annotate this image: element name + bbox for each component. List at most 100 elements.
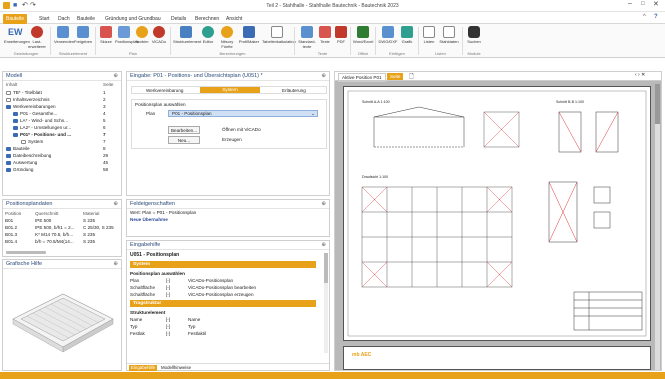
suchen-button[interactable]: Suchen [465, 26, 483, 44]
positions-table: Position Querschnitt Material B01 IPE 500 S 2… [3, 209, 121, 246]
status-bar [0, 372, 665, 379]
tree-item[interactable]: P01 - Gesamthe... 4 [3, 110, 121, 117]
tree-item[interactable]: TB* - Titelblatt 1 [3, 89, 121, 96]
verwenden-button[interactable]: Verwenden [54, 26, 74, 44]
scrollbar-thumb[interactable] [655, 84, 660, 124]
tabellenkalkulation-button[interactable]: Tabellenkalkulation [262, 26, 296, 44]
col-inhalt: Inhalt [6, 82, 18, 87]
table-row[interactable]: B01 IPE 500 S 235 [5, 217, 119, 224]
pin-icon[interactable]: ⊕ [113, 72, 118, 81]
tree-item[interactable]: Bauteile 8 [3, 145, 121, 152]
plan-label: Plan [146, 111, 156, 116]
tab-dach[interactable]: Dach [55, 14, 73, 24]
table-row[interactable]: B01.4 b/h = 70.5/M4(14... S 235 [5, 238, 119, 245]
skizze-button[interactable]: Skizze [98, 26, 114, 44]
tree-item[interactable]: System 7 [3, 138, 121, 145]
tab-bauteile[interactable]: Bauteile [74, 14, 98, 24]
positions-panel: Positionsplandaten ⊕ Position Querschnitt M… [2, 199, 122, 257]
folder-icon [13, 118, 18, 123]
subtab-system[interactable]: System [200, 87, 260, 93]
pin-icon[interactable]: ⊕ [321, 72, 326, 81]
listen-button[interactable]: Listen [421, 26, 437, 44]
tab-gruendung[interactable]: Gründung und Grundbau [102, 14, 164, 24]
word-excel-button[interactable]: Word/Excel [353, 26, 373, 44]
page-icon[interactable]: 🗋 [409, 72, 414, 82]
tree-item[interactable]: P01* - Positions- und ... 7 [3, 131, 121, 138]
redo-icon[interactable]: ↷ [30, 1, 36, 9]
texte-icon [319, 26, 331, 38]
positionsplan-button[interactable]: Positionsplan [115, 26, 139, 44]
stahldaten-button[interactable]: Stahldaten [439, 26, 459, 44]
help-panel: Eingabehilfe ⊕ U051 - Positionsplan Syste… [126, 240, 330, 371]
close-button[interactable]: ✕ [653, 0, 659, 8]
vicado-button[interactable]: ViCADo [151, 26, 167, 44]
tab-start[interactable]: Start [36, 14, 53, 24]
tab-details[interactable]: Details [168, 14, 189, 24]
scrollbar-thumb[interactable] [324, 253, 328, 283]
norbim-button[interactable]: Norbim [134, 26, 150, 44]
lasterweiterer-icon [31, 26, 43, 38]
minimize-button[interactable]: – [628, 0, 632, 7]
subtab-werkvereinbarung[interactable]: Werkvereinbarung [146, 88, 183, 93]
tab-seite[interactable]: Seite [387, 73, 404, 80]
tab-eingabehilfe[interactable]: Eingabehilfe [129, 365, 158, 371]
field-link-line[interactable]: Neue Übernahme [127, 216, 329, 223]
grafik-button[interactable]: Grafik [399, 26, 415, 44]
nav-arrows-icon[interactable]: ‹ › ✕ [635, 72, 645, 78]
texte-button[interactable]: Texte [318, 26, 332, 44]
save-icon[interactable]: ■ [13, 2, 17, 10]
nitsory-button[interactable]: Nitsory Fünfte [217, 26, 237, 49]
tab-modellhinweise[interactable]: Modellhinweise [161, 365, 191, 371]
help-cell: ViCADo-Positionsplan bearbeiten [188, 285, 257, 290]
tree-item[interactable]: Inhaltsverzeichnis 2 [3, 96, 121, 103]
help-section-system: System [130, 261, 316, 268]
plan-select[interactable]: P01 - Positionsplan ⌄ [168, 110, 318, 117]
tab-ansicht[interactable]: Ansicht [223, 14, 245, 24]
folder-icon [13, 125, 18, 130]
help-cell: ViCADo-Positionsplan [188, 278, 234, 283]
tree-item[interactable]: LA* - Wind- und Schn... 5 [3, 117, 121, 124]
tree-item-page: 6 [103, 125, 106, 130]
erweiterungen-button[interactable]: EW Erweiterungen [4, 26, 30, 44]
bearbeiten-button[interactable]: Bearbeiten... [168, 126, 200, 134]
help-icon[interactable]: ? [654, 14, 658, 20]
binoculars-icon [468, 26, 480, 38]
strukturelement-button[interactable]: Strukturelement [173, 26, 201, 44]
pin-icon[interactable]: ⊕ [321, 200, 326, 209]
collapse-ribbon-icon[interactable]: ^ [643, 14, 646, 20]
help-cell: [-] [166, 317, 171, 322]
tab-bauteile-file[interactable]: Bauteile [3, 14, 28, 24]
pdf-button[interactable]: PDF [334, 26, 348, 44]
help-subheading: Positionsplan auswählen [130, 271, 185, 276]
tree-item[interactable]: Werkvereinbarungen 3 [3, 103, 121, 110]
horizontal-scrollbar[interactable] [6, 251, 46, 254]
doc-scrollbar[interactable] [655, 84, 660, 370]
table-row[interactable]: B01.2 IPE 500, b/h1 = 2... C 25/30, S 235 [5, 224, 119, 231]
table-cell: b/h = 70.5/M4(14... [35, 239, 74, 244]
pin-icon[interactable]: ⊕ [321, 241, 326, 250]
help-scrollbar[interactable] [324, 253, 328, 353]
tree-item[interactable]: Gründung 58 [3, 166, 121, 173]
tree-item[interactable]: Auswertung 45 [3, 159, 121, 166]
lasterweiterer-button[interactable]: Last-erweiterer [27, 26, 47, 49]
undo-icon[interactable]: ↶ [22, 1, 28, 9]
tree-item[interactable]: Dateibeschreibung 29 [3, 152, 121, 159]
neu-button[interactable]: Neu... [168, 136, 200, 144]
editor-button[interactable]: Editor [200, 26, 216, 44]
table-row[interactable]: B01.3 K* M14 70.5, b/h... S 235 [5, 231, 119, 238]
table-cell: S 235 [83, 232, 96, 237]
subtab-erlaeuterung[interactable]: Erläuterung [282, 88, 306, 93]
standardtexte-button[interactable]: Standard-texte [297, 26, 317, 49]
tab-berechnen[interactable]: Berechnen [192, 14, 222, 24]
dwg-dxf-button[interactable]: DWG/DXF [378, 26, 398, 44]
help-row: Schaltfläche [-] ViCADo-Positionsplan bear… [130, 284, 316, 291]
field-properties-panel: Feldeigenschaften ⊕ Wert: Plan = P01 - Po… [126, 199, 330, 237]
profilmaker-button[interactable]: ProfilMaker [238, 26, 260, 44]
pin-icon[interactable]: ⊕ [113, 200, 118, 209]
pin-icon[interactable]: ⊕ [113, 260, 118, 269]
document-panel: Aktive Position P01 Seite 🗋 ‹ › ✕ Schnit… [334, 71, 662, 371]
freigeben-button[interactable]: Freigeben [74, 26, 92, 44]
tree-item[interactable]: LA2* - Umstellungen ur... 6 [3, 124, 121, 131]
tab-aktive-position[interactable]: Aktive Position P01 [338, 73, 386, 82]
restore-button[interactable]: □ [641, 1, 645, 7]
